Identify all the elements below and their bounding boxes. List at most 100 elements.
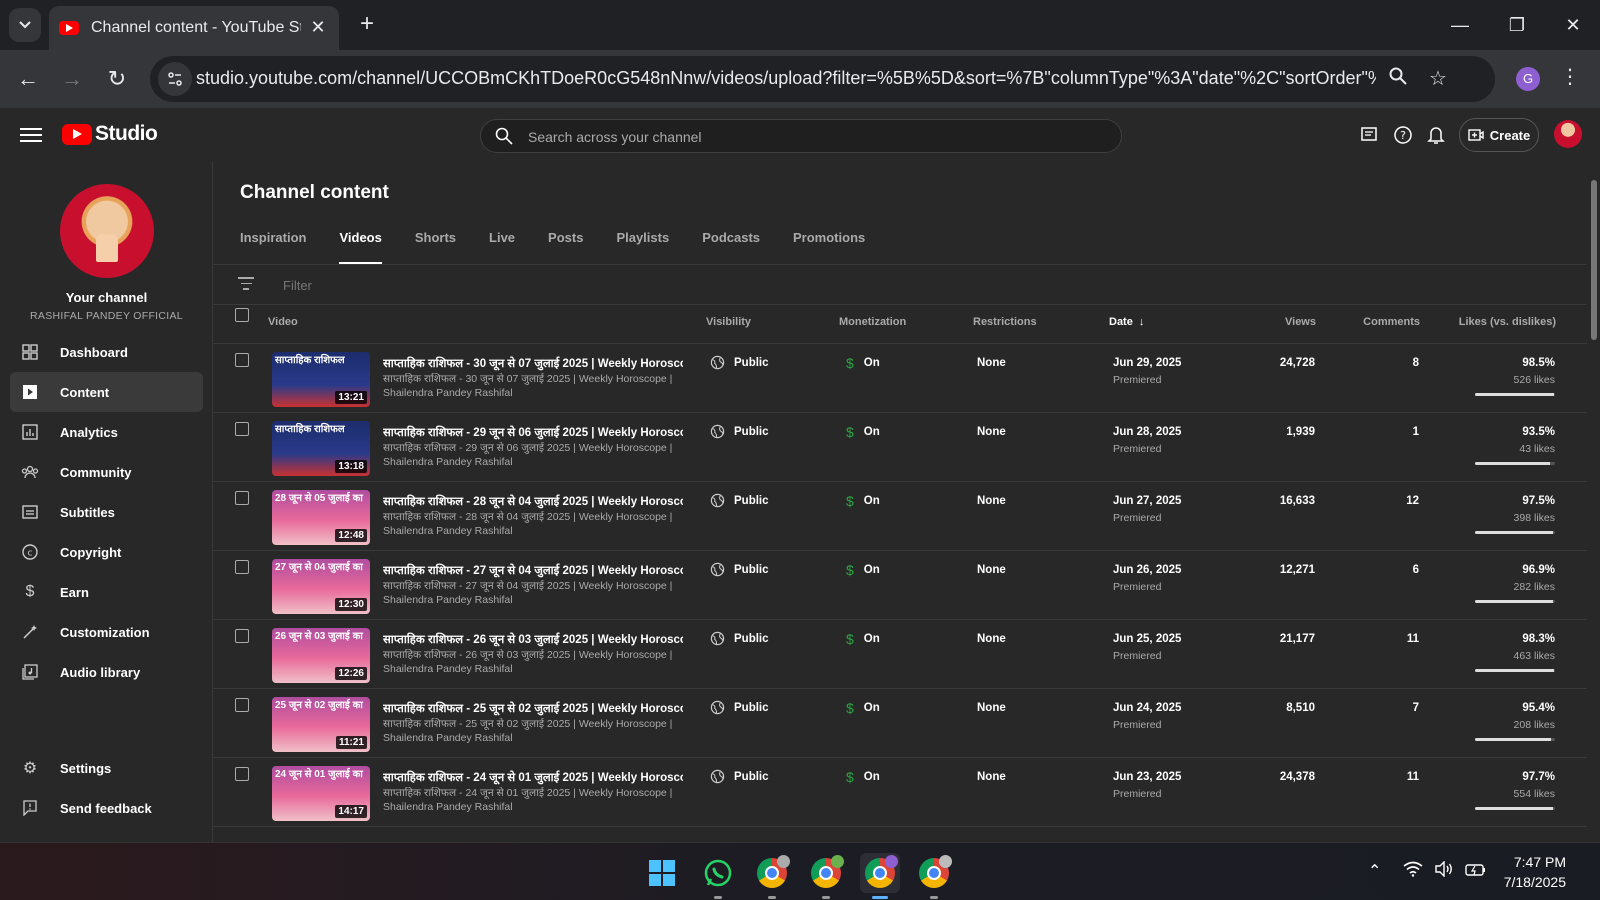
browser-profile-avatar[interactable]: G [1516, 67, 1540, 91]
table-row[interactable]: साप्ताहिक राशिफल 13:21 साप्ताहिक राशिफल … [213, 344, 1587, 413]
taskbar-chrome-4[interactable] [914, 853, 954, 899]
video-thumbnail[interactable]: 24 जून से 01 जुलाई का 14:17 [272, 766, 370, 821]
tab-posts[interactable]: Posts [548, 226, 583, 264]
video-thumbnail[interactable]: 27 जून से 04 जुलाई का 12:30 [272, 559, 370, 614]
sidebar-item-dashboard[interactable]: Dashboard [10, 332, 203, 372]
tab-podcasts[interactable]: Podcasts [702, 226, 760, 264]
select-all-checkbox[interactable] [235, 308, 249, 322]
table-row[interactable]: 27 जून से 04 जुलाई का 12:30 साप्ताहिक रा… [213, 551, 1587, 620]
taskbar-chrome-3[interactable] [860, 853, 900, 899]
system-clock[interactable]: 7:47 PM 7/18/2025 [1504, 852, 1566, 892]
back-button[interactable]: ← [11, 62, 45, 96]
video-thumbnail[interactable]: 26 जून से 03 जुलाई का 12:26 [272, 628, 370, 683]
taskbar-whatsapp[interactable] [698, 853, 738, 899]
visibility-cell[interactable]: Public [710, 493, 769, 508]
new-tab-button[interactable]: + [352, 10, 382, 40]
zoom-icon[interactable] [1383, 64, 1413, 94]
video-title[interactable]: साप्ताहिक राशिफल - 28 जून से 04 जुलाई 20… [383, 494, 683, 509]
battery-icon[interactable] [1465, 861, 1487, 882]
forward-button[interactable]: → [55, 62, 89, 96]
video-title[interactable]: साप्ताहिक राशिफल - 29 जून से 06 जुलाई 20… [383, 425, 683, 440]
row-checkbox[interactable] [235, 698, 249, 712]
monetization-cell[interactable]: $ On [846, 562, 880, 578]
chevron-up-icon[interactable]: ⌃ [1368, 861, 1381, 881]
tab-inspiration[interactable]: Inspiration [240, 226, 306, 264]
sidebar-item-customization[interactable]: Customization [10, 612, 203, 652]
filter-input[interactable]: Filter [283, 278, 312, 293]
monetization-cell[interactable]: $ On [846, 700, 880, 716]
filter-bar[interactable]: Filter [213, 265, 1587, 305]
account-avatar[interactable] [1554, 120, 1582, 148]
table-row[interactable]: साप्ताहिक राशिफल 13:18 साप्ताहिक राशिफल … [213, 413, 1587, 482]
video-title[interactable]: साप्ताहिक राशिफल - 24 जून से 01 जुलाई 20… [383, 770, 683, 785]
table-row[interactable]: 28 जून से 05 जुलाई का 12:48 साप्ताहिक रा… [213, 482, 1587, 551]
video-title[interactable]: साप्ताहिक राशिफल - 26 जून से 03 जुलाई 20… [383, 632, 683, 647]
monetization-cell[interactable]: $ On [846, 493, 880, 509]
hamburger-menu-icon[interactable] [20, 124, 42, 146]
monetization-cell[interactable]: $ On [846, 769, 880, 785]
channel-avatar[interactable] [60, 184, 154, 278]
visibility-cell[interactable]: Public [710, 700, 769, 715]
filter-icon[interactable] [238, 277, 254, 291]
table-row[interactable]: 25 जून से 02 जुलाई का 11:21 साप्ताहिक रा… [213, 689, 1587, 758]
notifications-bell-icon[interactable] [1424, 123, 1448, 147]
video-thumbnail[interactable]: साप्ताहिक राशिफल 13:21 [272, 352, 370, 407]
video-title[interactable]: साप्ताहिक राशिफल - 30 जून से 07 जुलाई 20… [383, 356, 683, 371]
sidebar-item-copyright[interactable]: c Copyright [10, 532, 203, 572]
video-thumbnail[interactable]: साप्ताहिक राशिफल 13:18 [272, 421, 370, 476]
sidebar-item-settings[interactable]: ⚙ Settings [10, 748, 203, 788]
close-tab-icon[interactable]: ✕ [307, 16, 329, 38]
create-button[interactable]: Create [1459, 118, 1539, 152]
reload-button[interactable]: ↻ [100, 62, 134, 96]
visibility-cell[interactable]: Public [710, 769, 769, 784]
visibility-cell[interactable]: Public [710, 424, 769, 439]
site-info-icon[interactable] [158, 62, 192, 96]
studio-logo[interactable]: Studio [62, 122, 158, 146]
start-button[interactable] [642, 853, 682, 893]
messages-icon[interactable] [1357, 123, 1381, 147]
row-checkbox[interactable] [235, 491, 249, 505]
sidebar-item-community[interactable]: Community [10, 452, 203, 492]
row-checkbox[interactable] [235, 767, 249, 781]
minimize-button[interactable]: — [1443, 10, 1477, 40]
visibility-cell[interactable]: Public [710, 562, 769, 577]
video-thumbnail[interactable]: 25 जून से 02 जुलाई का 11:21 [272, 697, 370, 752]
wifi-icon[interactable] [1403, 861, 1423, 882]
tab-videos[interactable]: Videos [339, 226, 383, 264]
video-title[interactable]: साप्ताहिक राशिफल - 27 जून से 04 जुलाई 20… [383, 563, 683, 578]
help-icon[interactable]: ? [1391, 123, 1415, 147]
page-scrollbar[interactable] [1587, 162, 1600, 842]
monetization-cell[interactable]: $ On [846, 631, 880, 647]
column-header-date[interactable]: Date ↓ [1109, 316, 1144, 328]
visibility-cell[interactable]: Public [710, 631, 769, 646]
volume-icon[interactable] [1434, 860, 1454, 882]
row-checkbox[interactable] [235, 560, 249, 574]
tab-live[interactable]: Live [489, 226, 515, 264]
table-row[interactable]: 26 जून से 03 जुलाई का 12:26 साप्ताहिक रा… [213, 620, 1587, 689]
row-checkbox[interactable] [235, 353, 249, 367]
browser-tab[interactable]: Channel content - YouTube Studio ✕ [49, 6, 339, 50]
tab-promotions[interactable]: Promotions [793, 226, 865, 264]
monetization-cell[interactable]: $ On [846, 355, 880, 371]
sidebar-item-subtitles[interactable]: Subtitles [10, 492, 203, 532]
bookmark-star-icon[interactable]: ☆ [1423, 64, 1453, 94]
tab-search-button[interactable] [9, 8, 41, 42]
search-input[interactable]: Search across your channel [480, 119, 1122, 153]
taskbar-chrome-1[interactable] [752, 853, 792, 899]
table-row[interactable]: 24 जून से 01 जुलाई का 14:17 साप्ताहिक रा… [213, 758, 1587, 827]
row-checkbox[interactable] [235, 422, 249, 436]
sidebar-item-content[interactable]: Content [10, 372, 203, 412]
sidebar-item-send-feedback[interactable]: Send feedback [10, 788, 203, 828]
address-bar[interactable]: studio.youtube.com/channel/UCCOBmCKhTDoe… [150, 56, 1495, 102]
visibility-cell[interactable]: Public [710, 355, 769, 370]
sidebar-item-analytics[interactable]: Analytics [10, 412, 203, 452]
taskbar-chrome-2[interactable] [806, 853, 846, 899]
monetization-cell[interactable]: $ On [846, 424, 880, 440]
sidebar-item-audio-library[interactable]: Audio library [10, 652, 203, 692]
video-title[interactable]: साप्ताहिक राशिफल - 25 जून से 02 जुलाई 20… [383, 701, 683, 716]
browser-menu-icon[interactable]: ⋮ [1560, 64, 1580, 89]
video-thumbnail[interactable]: 28 जून से 05 जुलाई का 12:48 [272, 490, 370, 545]
tab-shorts[interactable]: Shorts [415, 226, 456, 264]
close-window-button[interactable]: ✕ [1556, 10, 1590, 40]
tab-playlists[interactable]: Playlists [616, 226, 669, 264]
